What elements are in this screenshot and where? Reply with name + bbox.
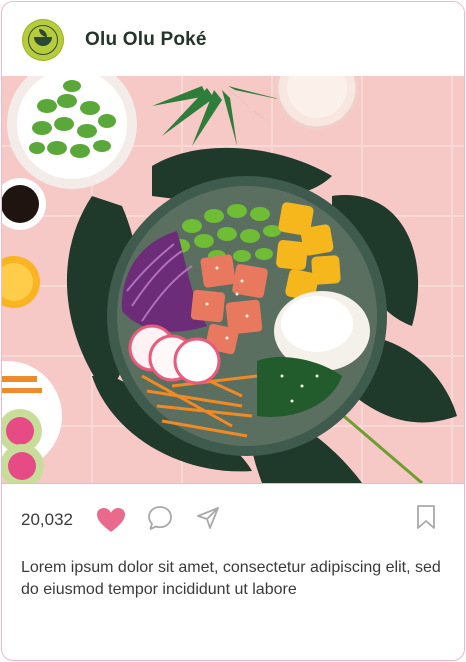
post-actions: 20,032 [2, 483, 464, 554]
share-icon[interactable] [196, 506, 220, 530]
brand-name[interactable]: Olu Olu Poké [85, 29, 207, 51]
bookmark-icon[interactable] [416, 504, 436, 530]
avatar[interactable] [22, 19, 64, 61]
comment-icon[interactable] [147, 505, 173, 531]
post-caption: Lorem ipsum dolor sit amet, consectetur … [21, 559, 441, 598]
post-header: Olu Olu Poké [2, 2, 464, 77]
heart-icon[interactable] [96, 507, 126, 533]
post-image[interactable] [2, 76, 464, 483]
post-card: Olu Olu Poké 20,032 Lorem ipsum dolor si… [1, 1, 465, 661]
poke-bowl-illustration [2, 76, 464, 483]
like-count: 20,032 [21, 510, 73, 529]
